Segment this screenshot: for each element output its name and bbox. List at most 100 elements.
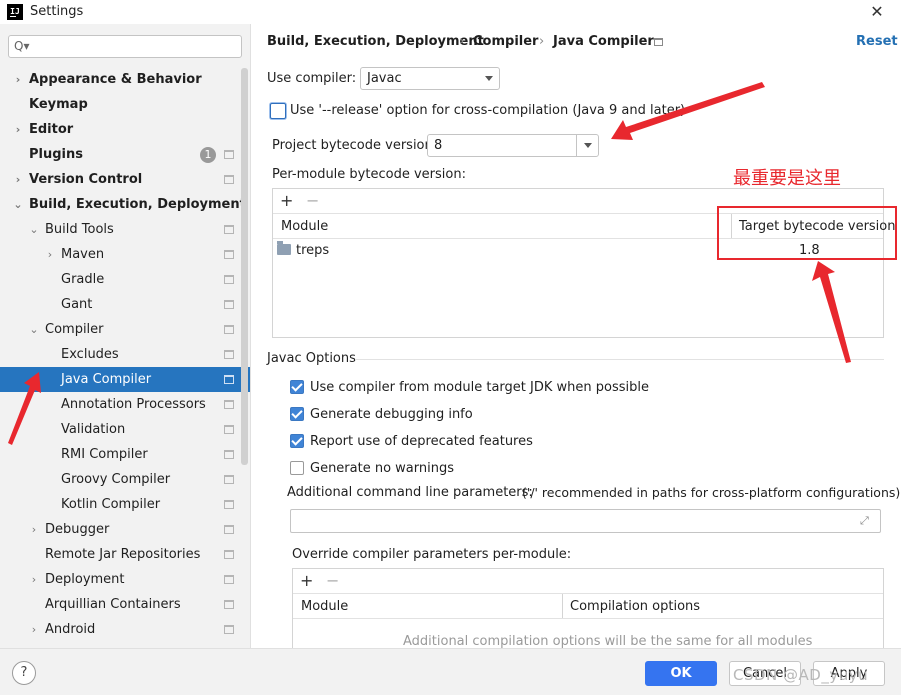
project-bytecode-select[interactable]: 8 [427, 134, 599, 157]
sidebar-item-build-tools[interactable]: ⌄ Build Tools [0, 217, 250, 242]
breadcrumb-build-execution-deployment[interactable]: Build, Execution, Deployment [267, 34, 484, 49]
sidebar-item-label: Excludes [61, 347, 119, 362]
chevron-right-icon[interactable]: › [29, 567, 39, 592]
option-checkbox-debugging-info[interactable] [290, 407, 304, 421]
project-scope-icon [224, 400, 234, 409]
sidebar-item-android[interactable]: › Android [0, 617, 250, 642]
close-icon[interactable]: ✕ [862, 0, 892, 24]
project-scope-icon [224, 375, 234, 384]
section-divider [355, 359, 884, 360]
chevron-right-icon[interactable]: › [13, 117, 23, 142]
sidebar-item-groovy-compiler[interactable]: Groovy Compiler [0, 467, 250, 492]
chevron-right-icon[interactable]: › [29, 517, 39, 542]
sidebar-item-label: Java Compiler [61, 372, 152, 387]
column-header-module[interactable]: Module [281, 219, 328, 234]
search-input[interactable] [8, 35, 242, 58]
chevron-right-icon[interactable]: › [13, 67, 23, 92]
sidebar-item-arquillian-containers[interactable]: Arquillian Containers [0, 592, 250, 617]
sidebar-item-version-control[interactable]: › Version Control [0, 167, 250, 192]
project-scope-icon [224, 250, 234, 259]
additional-params-hint: ('/' recommended in paths for cross-plat… [522, 485, 901, 500]
chevron-down-icon[interactable]: ⌄ [29, 317, 39, 342]
project-scope-icon [224, 150, 234, 159]
sidebar-item-appearance-behavior[interactable]: › Appearance & Behavior [0, 67, 250, 92]
sidebar-item-label: Build, Execution, Deployment [29, 197, 246, 212]
module-name-cell: treps [296, 243, 330, 258]
sidebar-item-label: Maven [61, 247, 105, 262]
sidebar-item-label: Version Control [29, 172, 143, 187]
additional-params-field[interactable] [290, 509, 881, 533]
expand-icon[interactable]: ⤢ [860, 514, 869, 528]
chevron-right-icon[interactable]: › [29, 617, 39, 642]
reset-link[interactable]: Reset [856, 34, 898, 49]
project-scope-icon [224, 275, 234, 284]
sidebar-item-validation[interactable]: Validation [0, 417, 250, 442]
override-params-label: Override compiler parameters per-module: [292, 547, 572, 562]
sidebar-item-remote-jar-repositories[interactable]: Remote Jar Repositories [0, 542, 250, 567]
empty-table-text: Additional compilation options will be t… [403, 634, 813, 649]
use-compiler-select[interactable]: Javac [360, 67, 500, 90]
sidebar-item-deployment[interactable]: › Deployment [0, 567, 250, 592]
remove-icon[interactable]: − [306, 191, 319, 210]
column-header-compilation-options[interactable]: Compilation options [570, 599, 700, 614]
sidebar-item-label: Keymap [29, 97, 88, 112]
sidebar-item-compiler[interactable]: ⌄ Compiler [0, 317, 250, 342]
option-checkbox-no-warnings[interactable] [290, 461, 304, 475]
plugins-update-badge: 1 [200, 147, 216, 163]
breadcrumb-java-compiler: Java Compiler [553, 34, 654, 49]
sidebar-item-label: Appearance & Behavior [29, 72, 202, 87]
project-bytecode-label: Project bytecode version: [272, 138, 438, 153]
chevron-right-icon[interactable]: › [45, 242, 55, 267]
help-button[interactable]: ? [12, 661, 36, 685]
additional-params-label: Additional command line parameters: [287, 485, 533, 500]
release-option-label: Use '--release' option for cross-compila… [290, 103, 686, 118]
breadcrumb-separator: › [539, 34, 545, 49]
sidebar-item-label: Plugins [29, 147, 83, 162]
sidebar-scrollbar[interactable] [241, 68, 248, 465]
sidebar-item-label: Compiler [45, 322, 104, 337]
chevron-right-icon[interactable]: › [13, 167, 23, 192]
sidebar-item-editor[interactable]: › Editor [0, 117, 250, 142]
sidebar-item-excludes[interactable]: Excludes [0, 342, 250, 367]
javac-options-title: Javac Options [267, 351, 356, 366]
sidebar-item-build-execution-deployment[interactable]: ⌄ Build, Execution, Deployment [0, 192, 250, 217]
sidebar-item-label: Validation [61, 422, 126, 437]
release-option-checkbox[interactable] [270, 103, 286, 119]
remove-icon[interactable]: − [326, 571, 339, 590]
sidebar-item-gant[interactable]: Gant [0, 292, 250, 317]
option-checkbox-module-target-jdk[interactable] [290, 380, 304, 394]
per-module-bytecode-label: Per-module bytecode version: [272, 167, 466, 182]
sidebar-item-keymap[interactable]: Keymap [0, 92, 250, 117]
sidebar-item-label: Editor [29, 122, 74, 137]
project-scope-icon [224, 450, 234, 459]
sidebar-item-label: Kotlin Compiler [61, 497, 161, 512]
window-title: Settings [30, 4, 84, 19]
option-checkbox-deprecated-features[interactable] [290, 434, 304, 448]
sidebar-item-label: Debugger [45, 522, 110, 537]
sidebar-item-label: Groovy Compiler [61, 472, 171, 487]
project-scope-icon [224, 175, 234, 184]
sidebar-item-java-compiler[interactable]: Java Compiler [0, 367, 250, 392]
project-bytecode-value: 8 [434, 138, 443, 153]
sidebar-item-label: Arquillian Containers [45, 597, 181, 612]
sidebar-item-rmi-compiler[interactable]: RMI Compiler [0, 442, 250, 467]
column-header-module[interactable]: Module [301, 599, 348, 614]
search-icon: Q▾ [14, 39, 30, 53]
project-scope-icon [224, 475, 234, 484]
chevron-down-icon[interactable]: ⌄ [13, 192, 23, 217]
app-logo-icon: IJ [7, 4, 23, 20]
project-scope-icon [224, 500, 234, 509]
chevron-down-icon[interactable]: ⌄ [29, 217, 39, 242]
sidebar-item-debugger[interactable]: › Debugger [0, 517, 250, 542]
sidebar-item-gradle[interactable]: Gradle [0, 267, 250, 292]
option-label: Report use of deprecated features [310, 434, 533, 449]
add-icon[interactable]: + [280, 191, 293, 210]
breadcrumb-compiler[interactable]: Compiler [473, 34, 538, 49]
sidebar-item-kotlin-compiler[interactable]: Kotlin Compiler [0, 492, 250, 517]
sidebar-item-maven[interactable]: › Maven [0, 242, 250, 267]
sidebar-item-annotation-processors[interactable]: Annotation Processors [0, 392, 250, 417]
ok-button[interactable]: OK [645, 661, 717, 686]
project-scope-icon [224, 425, 234, 434]
use-compiler-value: Javac [367, 71, 402, 86]
add-icon[interactable]: + [300, 571, 313, 590]
